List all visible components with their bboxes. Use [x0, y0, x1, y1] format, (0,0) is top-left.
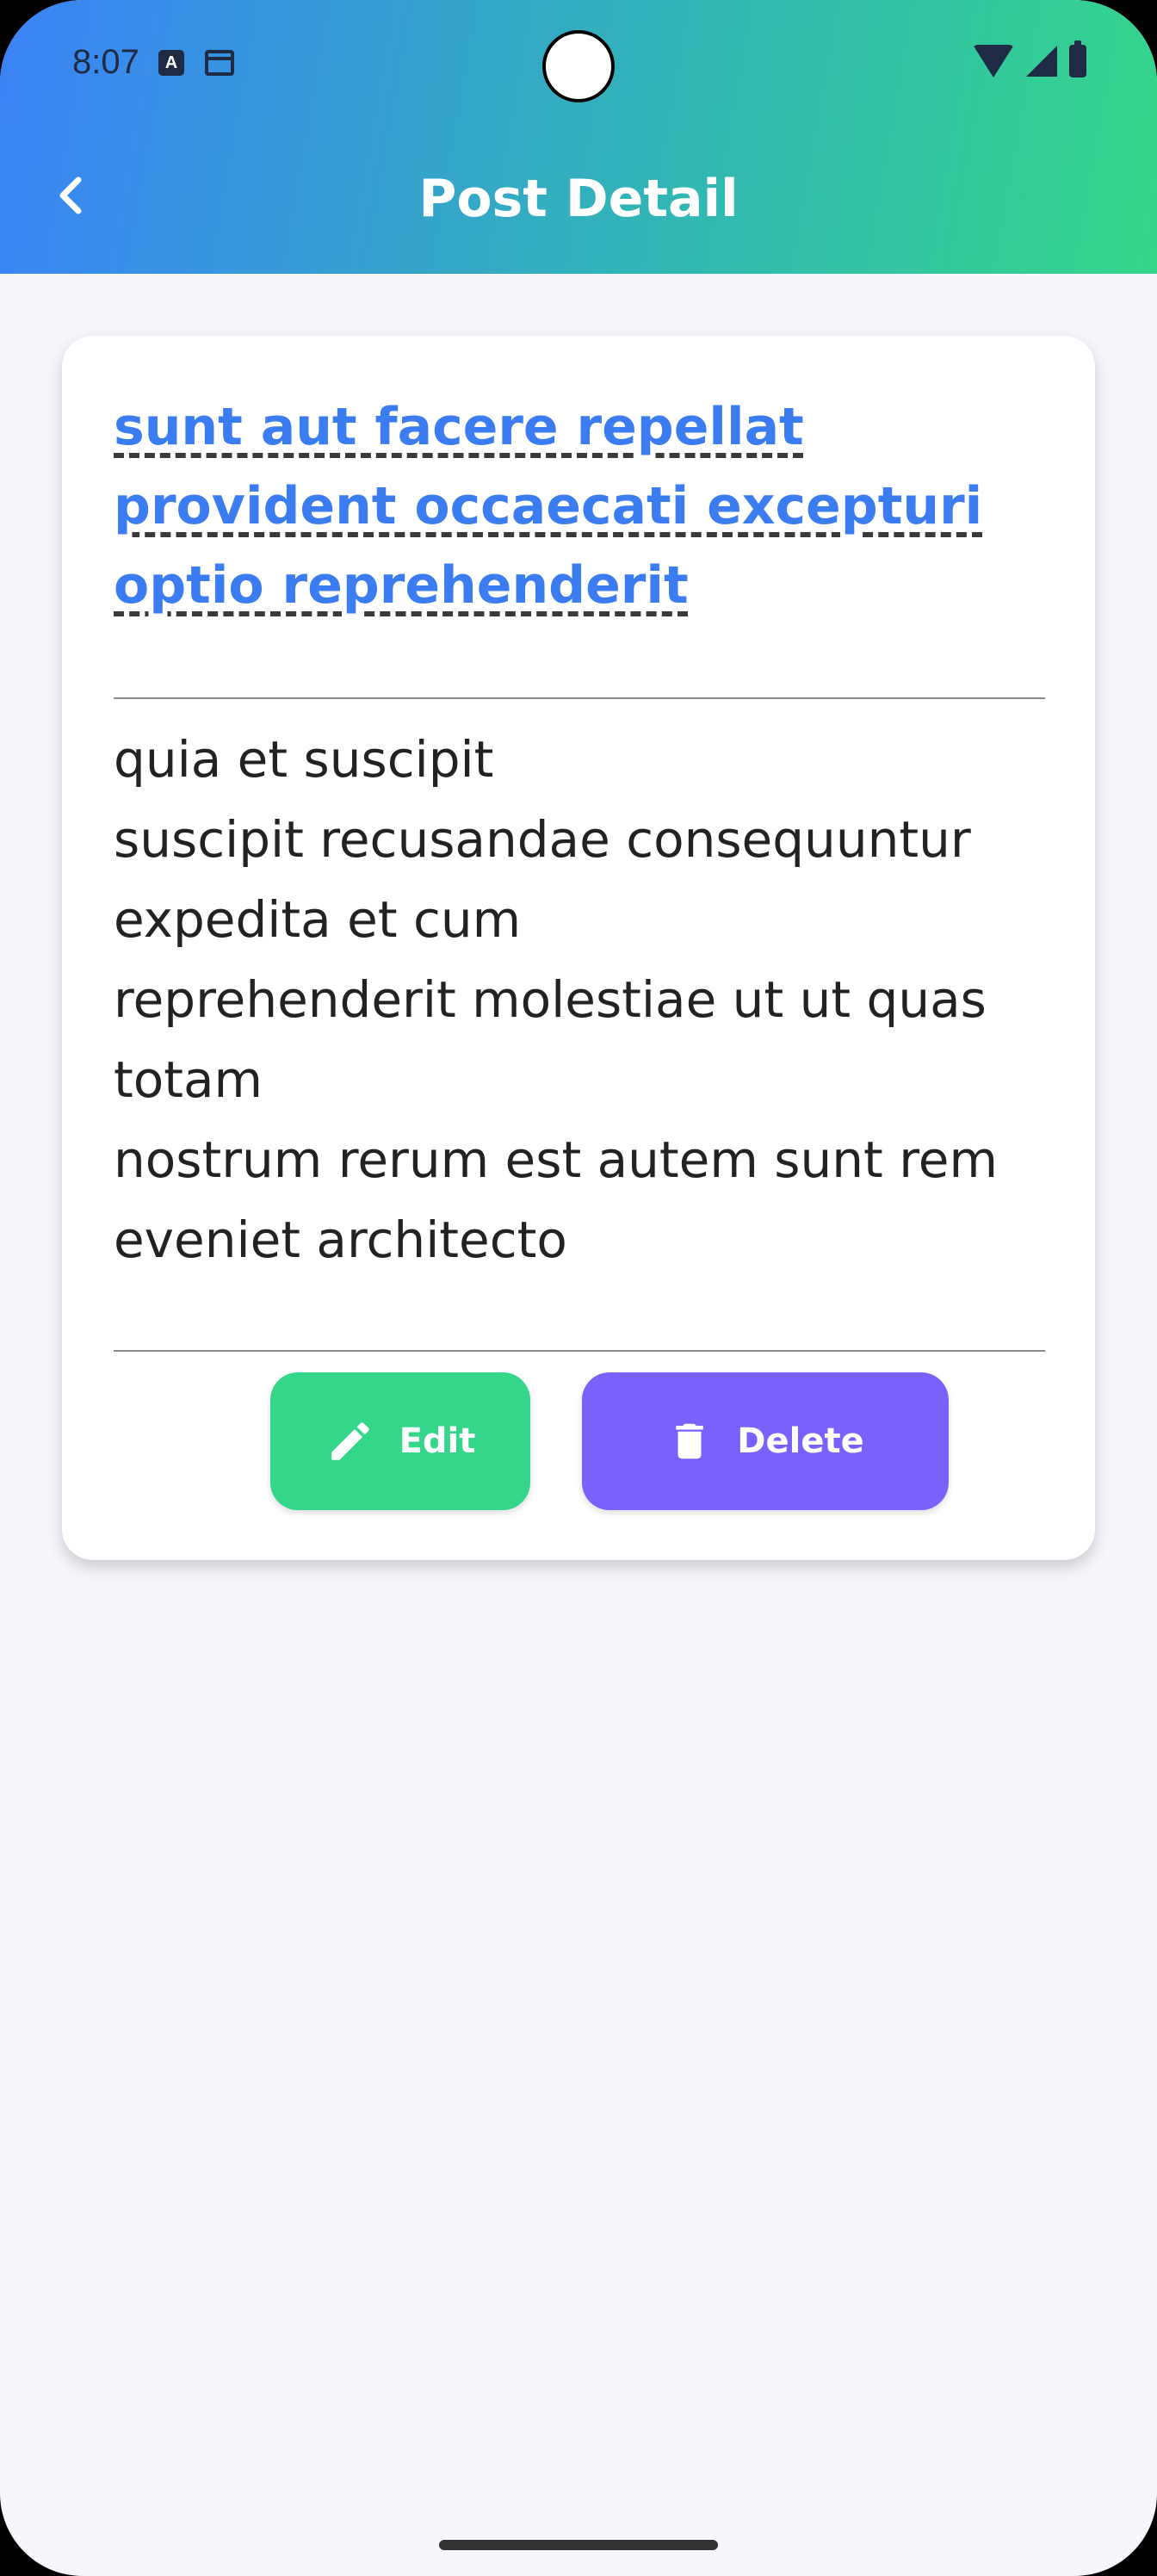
- post-body: quia et suscipit suscipit recusandae con…: [114, 730, 998, 1269]
- status-right-icons: [973, 40, 1086, 77]
- app-bar: 8:07 A Post Detail: [0, 0, 1157, 274]
- home-indicator[interactable]: [439, 2540, 718, 2550]
- a-icon: A: [158, 50, 184, 76]
- edit-button[interactable]: Edit: [270, 1372, 530, 1510]
- page-title: Post Detail: [418, 169, 739, 229]
- wifi-icon: [973, 45, 1014, 77]
- pencil-icon: [331, 1422, 369, 1460]
- edit-button-label: Edit: [399, 1421, 476, 1461]
- post-title-link[interactable]: sunt aut facere repellat provident occae…: [114, 387, 1052, 625]
- delete-button[interactable]: Delete: [582, 1372, 949, 1510]
- signal-icon: [1026, 46, 1057, 77]
- calendar-icon: [205, 50, 234, 76]
- app-screen: 8:07 A Post Detail sunt aut facere repel…: [0, 0, 1157, 2576]
- post-card: sunt aut facere repellat provident occae…: [62, 336, 1095, 1560]
- status-time: 8:07: [72, 43, 139, 81]
- divider-top: [114, 697, 1045, 699]
- trash-icon: [676, 1423, 704, 1459]
- status-left-icons: A: [158, 50, 234, 76]
- camera-cutout: [542, 30, 615, 102]
- divider-bottom: [114, 1350, 1045, 1352]
- delete-button-label: Delete: [737, 1421, 864, 1461]
- battery-icon: [1069, 40, 1086, 77]
